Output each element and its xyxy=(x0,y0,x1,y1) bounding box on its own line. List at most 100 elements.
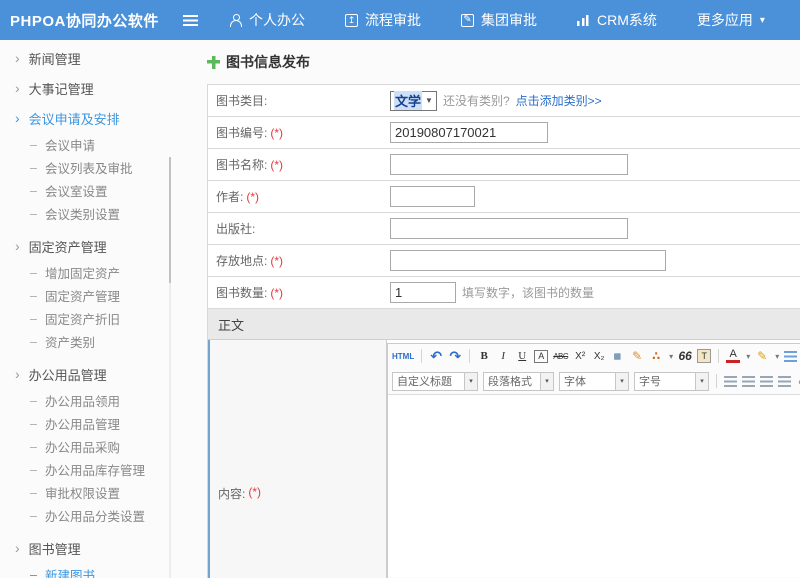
paste-text-button[interactable]: T xyxy=(697,349,711,363)
topbar: PHPOA协同办公软件 个人办公 ↥ 流程审批 ✎ 集团审批 CRM系统 更多应… xyxy=(0,0,800,40)
menu-toggle-icon[interactable] xyxy=(183,15,198,26)
italic-button[interactable]: I xyxy=(496,348,510,364)
app-window: PHPOA协同办公软件 个人办公 ↥ 流程审批 ✎ 集团审批 CRM系统 更多应… xyxy=(0,0,800,578)
highlight-color-button[interactable]: ✎ xyxy=(755,348,769,364)
format-brush-icon[interactable]: ✎ xyxy=(630,348,644,364)
custom-title-select[interactable]: 自定义标题▾ xyxy=(392,372,478,391)
nav-label: 更多应用 xyxy=(697,10,753,30)
nav-label: 流程审批 xyxy=(365,10,421,30)
autotypeset-button[interactable]: A xyxy=(534,350,548,363)
paragraph-format-select[interactable]: 段落格式▾ xyxy=(483,372,554,391)
form-row-category: 图书类目: 文学 ▼ 还没有类别? 点击添加类别>> xyxy=(208,85,800,117)
editor-toolbar-row1: HTML ↶ ↷ B I U A ABC X² xyxy=(388,344,800,368)
field-label: 图书名称: xyxy=(216,156,267,173)
sidebar-sub-item[interactable]: –办公用品管理 xyxy=(0,412,180,435)
chevron-right-icon: › xyxy=(15,367,20,381)
location-input[interactable] xyxy=(390,250,666,271)
form-row-book-number: 图书编号:(*) xyxy=(208,117,800,149)
bold-button[interactable]: B xyxy=(477,348,491,364)
sidebar-sub-item[interactable]: –会议室设置 xyxy=(0,179,180,202)
dash-icon: – xyxy=(30,289,37,303)
quantity-input[interactable] xyxy=(390,282,456,303)
sidebar-sub-item[interactable]: –增加固定资产 xyxy=(0,261,180,284)
font-family-select[interactable]: 字体▾ xyxy=(559,372,629,391)
sidebar-item-fixed-assets[interactable]: ›固定资产管理 xyxy=(0,231,180,261)
nav-personal-office[interactable]: 个人办公 xyxy=(230,10,305,30)
caret-down-icon[interactable]: ▾ xyxy=(746,352,750,361)
form-row-quantity: 图书数量:(*) 填写数字，该图书的数量 xyxy=(208,277,800,309)
editor-canvas[interactable] xyxy=(388,394,800,577)
app-logo: PHPOA协同办公软件 xyxy=(0,10,180,31)
top-nav: 个人办公 ↥ 流程审批 ✎ 集团审批 CRM系统 更多应用 ▾ xyxy=(230,10,765,30)
select-caret-icon: ▾ xyxy=(616,372,629,391)
select-caret-icon: ▾ xyxy=(465,372,478,391)
insert-link-icon[interactable]: ∞ xyxy=(796,373,800,389)
edit-icon: ✎ xyxy=(461,14,474,27)
sidebar-sub-item[interactable]: –会议列表及审批 xyxy=(0,156,180,179)
category-select[interactable]: 文学 ▼ xyxy=(390,91,437,111)
underline-button[interactable]: U xyxy=(515,348,529,364)
sidebar-sub-item[interactable]: –审批权限设置 xyxy=(0,481,180,504)
quantity-hint: 填写数字，该图书的数量 xyxy=(462,284,594,301)
book-number-input[interactable] xyxy=(390,122,548,143)
sidebar-item-memorabilia[interactable]: ›大事记管理 xyxy=(0,73,180,103)
html-source-button[interactable]: HTML xyxy=(392,348,414,364)
sidebar-sub-item[interactable]: –办公用品领用 xyxy=(0,389,180,412)
dash-icon: – xyxy=(30,161,37,175)
chevron-right-icon: › xyxy=(15,541,20,555)
publisher-input[interactable] xyxy=(390,218,628,239)
font-color-button[interactable]: A xyxy=(726,349,740,363)
sidebar-sub-item[interactable]: –资产类别 xyxy=(0,330,180,353)
nav-group-approval[interactable]: ✎ 集团审批 xyxy=(461,10,537,30)
sidebar-sub-item[interactable]: –办公用品采购 xyxy=(0,435,180,458)
author-input[interactable] xyxy=(390,186,475,207)
book-name-input[interactable] xyxy=(390,154,628,175)
form-row-author: 作者:(*) xyxy=(208,181,800,213)
nav-label: 个人办公 xyxy=(249,10,305,30)
redo-button[interactable]: ↷ xyxy=(448,348,462,364)
align-right-icon[interactable] xyxy=(760,376,773,387)
sidebar-scrollbar-thumb[interactable] xyxy=(169,157,171,283)
blockquote-button[interactable]: 66 xyxy=(678,348,692,364)
nav-more-apps[interactable]: 更多应用 ▾ xyxy=(697,10,765,30)
caret-down-icon[interactable]: ▾ xyxy=(669,352,673,361)
sidebar-sub-item[interactable]: –固定资产折旧 xyxy=(0,307,180,330)
sidebar-sub-item-new-book[interactable]: –新建图书 xyxy=(0,563,180,578)
spray-color-icon[interactable]: ∴ xyxy=(649,348,663,364)
subscript-button[interactable]: X₂ xyxy=(592,348,606,364)
sidebar-sub-item[interactable]: –办公用品分类设置 xyxy=(0,504,180,527)
field-label: 内容: xyxy=(218,485,245,502)
nav-process-approval[interactable]: ↥ 流程审批 xyxy=(345,10,421,30)
align-left-icon[interactable] xyxy=(724,376,737,387)
dash-icon: – xyxy=(30,568,37,578)
sidebar-item-meeting[interactable]: ›会议申请及安排 xyxy=(0,103,180,133)
align-center-icon[interactable] xyxy=(742,376,755,387)
add-category-link[interactable]: 点击添加类别>> xyxy=(516,92,602,109)
process-icon: ↥ xyxy=(345,14,358,27)
caret-down-icon[interactable]: ▾ xyxy=(775,352,779,361)
dash-icon: – xyxy=(30,138,37,152)
required-mark: (*) xyxy=(248,485,261,499)
sidebar-sub-item[interactable]: –办公用品库存管理 xyxy=(0,458,180,481)
main-content: 图书信息发布 图书类目: 文学 ▼ 还没有类别? 点击添加类别>> 图书编号 xyxy=(180,40,800,578)
sidebar-item-office-supplies[interactable]: ›办公用品管理 xyxy=(0,359,180,389)
form-row-publisher: 出版社: xyxy=(208,213,800,245)
sidebar-sub-item[interactable]: –会议申请 xyxy=(0,133,180,156)
sidebar-sub-item[interactable]: –固定资产管理 xyxy=(0,284,180,307)
sidebar-item-news[interactable]: ›新闻管理 xyxy=(0,43,180,73)
field-label: 作者: xyxy=(216,188,243,205)
remove-format-icon[interactable]: ◆ xyxy=(608,345,629,366)
sidebar-sub-item[interactable]: –会议类别设置 xyxy=(0,202,180,225)
superscript-button[interactable]: X² xyxy=(573,348,587,364)
ordered-list-icon[interactable] xyxy=(784,351,797,362)
required-mark: (*) xyxy=(270,158,283,172)
strikethrough-button[interactable]: ABC xyxy=(553,348,568,364)
align-justify-icon[interactable] xyxy=(778,376,791,387)
undo-button[interactable]: ↶ xyxy=(429,348,443,364)
required-mark: (*) xyxy=(270,254,283,268)
nav-crm-system[interactable]: CRM系统 xyxy=(577,10,657,30)
plus-icon xyxy=(207,56,220,69)
font-size-select[interactable]: 字号▾ xyxy=(634,372,709,391)
sidebar-item-books[interactable]: ›图书管理 xyxy=(0,533,180,563)
chevron-right-icon: › xyxy=(15,81,20,95)
